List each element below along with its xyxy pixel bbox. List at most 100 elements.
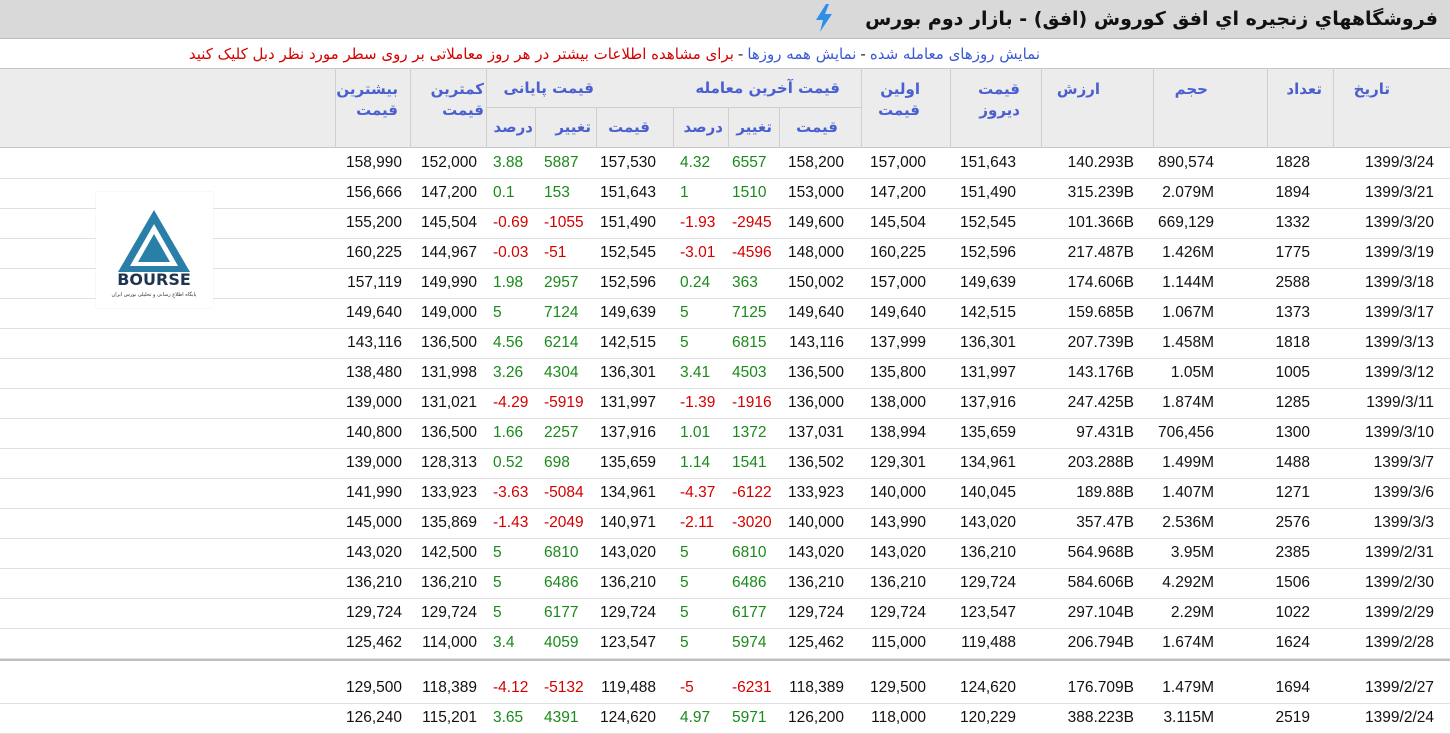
- first-price-cell: 143,990: [869, 514, 926, 531]
- show-all-days-link[interactable]: نمایش همه روزها: [747, 45, 856, 63]
- table-row[interactable]: 1399/3/18 2588 1.144M 174.606B 149,639 157,00…: [0, 268, 1450, 299]
- first-price-cell: 160,225: [869, 244, 926, 261]
- date-cell: 1399/3/6: [1373, 484, 1434, 501]
- header-last-price[interactable]: قیمت: [796, 117, 838, 138]
- table-row[interactable]: 1399/3/17 1373 1.067M 159.685B 142,515 149,64…: [0, 298, 1450, 329]
- date-cell: 1399/3/7: [1373, 454, 1434, 471]
- yesterday-price-cell: 119,488: [961, 634, 1016, 651]
- header-max-price[interactable]: بیشترین قیمت: [336, 79, 398, 121]
- table-row[interactable]: 1399/2/28 1624 1.674M 206.794B 119,488 115,00…: [0, 628, 1450, 659]
- close-change-cell: 6486: [544, 574, 579, 591]
- last-percent-cell: -1.93: [680, 214, 716, 231]
- value-cell: 206.794B: [1067, 634, 1134, 651]
- table-row[interactable]: 1399/2/24 2519 3.115M 388.223B 120,229 118,00…: [0, 703, 1450, 734]
- header-close-price-sub[interactable]: قیمت: [608, 117, 650, 138]
- table-row[interactable]: 1399/3/21 1894 2.079M 315.239B 151,490 147,20…: [0, 178, 1450, 209]
- min-price-cell: 149,000: [420, 304, 477, 321]
- min-price-cell: 142,500: [420, 544, 477, 561]
- header-yesterday-price[interactable]: قیمت دیروز: [960, 79, 1020, 121]
- header-last-change[interactable]: تغییر: [736, 117, 772, 138]
- separator: -: [860, 45, 866, 63]
- yesterday-price-cell: 140,045: [959, 484, 1016, 501]
- last-price-cell: 148,000: [787, 244, 844, 261]
- min-price-cell: 136,210: [420, 574, 477, 591]
- close-percent-cell: 3.26: [493, 364, 524, 381]
- date-cell: 1399/3/12: [1365, 364, 1434, 381]
- date-cell: 1399/3/24: [1365, 154, 1434, 171]
- date-cell: 1399/2/24: [1365, 709, 1434, 726]
- close-change-cell: -5919: [544, 394, 584, 411]
- header-volume[interactable]: حجم: [1175, 79, 1208, 100]
- header-close-price[interactable]: قیمت پایانی: [504, 78, 594, 99]
- table-row[interactable]: 1399/3/13 1818 1.458M 207.739B 136,301 137,99…: [0, 328, 1450, 359]
- table-row[interactable]: 1399/2/29 1022 2.29M 297.104B 123,547 129,724…: [0, 598, 1450, 629]
- header-value[interactable]: ارزش: [1057, 79, 1100, 100]
- table-row[interactable]: 1399/2/30 1506 4.292M 584.606B 129,724 136,21…: [0, 568, 1450, 599]
- volume-cell: 4.292M: [1162, 574, 1214, 591]
- header-last-trade-price[interactable]: قیمت آخرین معامله: [695, 78, 840, 99]
- count-cell: 1332: [1275, 214, 1310, 231]
- last-change-cell: 6486: [732, 574, 767, 591]
- first-price-cell: 129,724: [869, 604, 926, 621]
- max-price-cell: 156,666: [345, 184, 402, 201]
- table-row[interactable]: 1399/3/10 1300 706,456 97.431B 135,659 138,99…: [0, 418, 1450, 449]
- close-percent-cell: -1.43: [493, 514, 529, 531]
- close-percent-cell: -3.63: [493, 484, 529, 501]
- table-row[interactable]: 1399/2/31 2385 3.95M 564.968B 136,210 143,020…: [0, 538, 1450, 569]
- date-cell: 1399/2/31: [1365, 544, 1434, 561]
- table-row[interactable]: 1399/3/24 1828 890,574 140.293B 151,643 157,0…: [0, 148, 1450, 179]
- date-cell: 1399/3/3: [1373, 514, 1434, 531]
- value-cell: 584.606B: [1067, 574, 1134, 591]
- header-min-price[interactable]: کمترین قیمت: [424, 79, 484, 121]
- count-cell: 2588: [1275, 274, 1310, 291]
- min-price-cell: 149,990: [420, 274, 477, 291]
- table-row[interactable]: 1399/3/20 1332 669,129 101.366B 152,545 145,5…: [0, 208, 1450, 239]
- header-close-change[interactable]: تغییر: [555, 117, 591, 138]
- header-date[interactable]: تاریخ: [1354, 79, 1390, 100]
- min-price-cell: 114,000: [422, 634, 477, 651]
- max-price-cell: 129,724: [345, 604, 402, 621]
- close-change-cell: 7124: [544, 304, 579, 321]
- date-cell: 1399/2/27: [1365, 679, 1434, 696]
- last-price-cell: 149,600: [787, 214, 844, 231]
- last-change-cell: 5974: [732, 634, 767, 651]
- count-cell: 1894: [1275, 184, 1310, 201]
- max-price-cell: 155,200: [345, 214, 402, 231]
- show-traded-days-link[interactable]: نمایش روزهای معامله شده: [870, 45, 1040, 63]
- header-count[interactable]: تعداد: [1286, 79, 1322, 100]
- volume-cell: 2.536M: [1162, 514, 1214, 531]
- count-cell: 2519: [1275, 709, 1310, 726]
- min-price-cell: 147,200: [420, 184, 477, 201]
- table-row[interactable]: 1399/2/27 1694 1.479M 176.709B 124,620 129,50…: [0, 673, 1450, 704]
- table-row[interactable]: 1399/3/6 1271 1.407M 189.88B 140,045 140,000 1…: [0, 478, 1450, 509]
- count-cell: 1506: [1275, 574, 1310, 591]
- table-row[interactable]: 1399/3/7 1488 1.499M 203.288B 134,961 129,301…: [0, 448, 1450, 479]
- subheader-line: نمایش روزهای معامله شده-نمایش همه روزها-…: [189, 45, 1040, 63]
- header-last-percent[interactable]: درصد: [684, 117, 724, 138]
- volume-cell: 1.479M: [1162, 679, 1214, 696]
- count-cell: 1373: [1275, 304, 1310, 321]
- max-price-cell: 126,240: [345, 709, 402, 726]
- close-percent-cell: 5: [493, 604, 502, 621]
- yesterday-price-cell: 131,997: [959, 364, 1016, 381]
- count-cell: 1005: [1275, 364, 1310, 381]
- yesterday-price-cell: 123,547: [959, 604, 1016, 621]
- table-row[interactable]: 1399/3/11 1285 1.874M 247.425B 137,916 138,00…: [0, 388, 1450, 419]
- max-price-cell: 157,119: [347, 274, 402, 291]
- min-price-cell: 152,000: [420, 154, 477, 171]
- count-cell: 1694: [1275, 679, 1310, 696]
- separator: -: [737, 45, 744, 63]
- table-row[interactable]: 1399/3/12 1005 1.05M 143.176B 131,997 135,800…: [0, 358, 1450, 389]
- header-close-percent[interactable]: درصد: [494, 117, 534, 138]
- last-price-cell: 136,500: [787, 364, 844, 381]
- close-percent-cell: 1.66: [493, 424, 524, 441]
- last-change-cell: -1916: [732, 394, 772, 411]
- close-percent-cell: 0.1: [493, 184, 515, 201]
- header-first-price[interactable]: اولین قیمت: [870, 79, 920, 121]
- bourse24-logo: BOURSE پایگاه اطلاع رسانی و تحلیلی بورس …: [96, 192, 213, 308]
- table-row[interactable]: 1399/3/3 2576 2.536M 357.47B 143,020 143,990 1…: [0, 508, 1450, 539]
- last-price-cell: 136,210: [787, 574, 844, 591]
- last-change-cell: 7125: [732, 304, 767, 321]
- table-row[interactable]: 1399/3/19 1775 1.426M 217.487B 152,596 160,22…: [0, 238, 1450, 269]
- yesterday-price-cell: 149,639: [959, 274, 1016, 291]
